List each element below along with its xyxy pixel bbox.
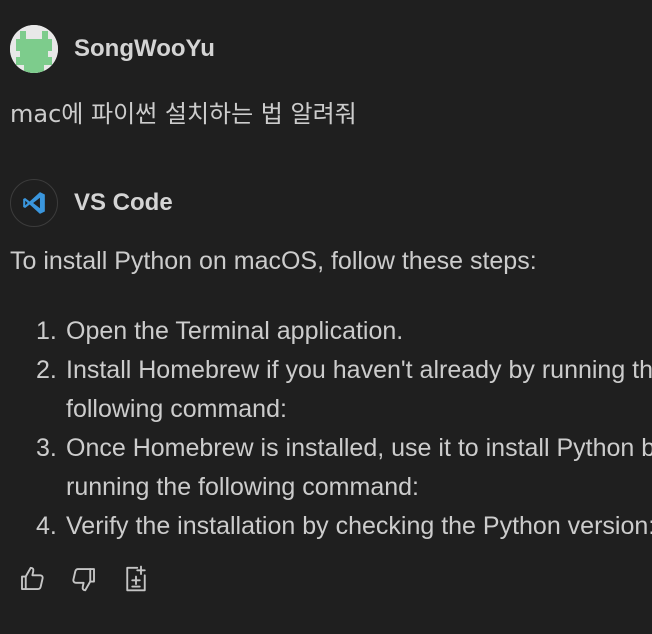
thumbs-down-icon xyxy=(72,568,95,592)
step-number: 1. xyxy=(36,317,57,345)
step-text: Once Homebrew is installed, use it to in… xyxy=(66,434,652,462)
step-text-continued: running the following command: xyxy=(66,473,419,501)
step-number: 2. xyxy=(36,356,57,384)
step-number: 3. xyxy=(36,434,57,462)
bot-author-name: VS Code xyxy=(74,189,173,216)
step-number: 4. xyxy=(36,512,57,540)
thumbs-down-button[interactable] xyxy=(68,562,100,596)
step-text: Open the Terminal application. xyxy=(66,317,404,345)
step-item: 1. Open the Terminal application. xyxy=(0,312,652,351)
user-author-name: SongWooYu xyxy=(74,35,215,62)
vscode-logo-icon xyxy=(23,192,45,214)
step-text: Install Homebrew if you haven't already … xyxy=(66,356,652,384)
thumbs-up-button[interactable] xyxy=(16,562,48,596)
step-item: 4. Verify the installation by checking t… xyxy=(0,507,652,546)
pixel-avatar-icon xyxy=(10,25,58,73)
step-text-continued: following command: xyxy=(66,395,287,423)
bot-avatar xyxy=(10,179,58,227)
step-item: 3. Once Homebrew is installed, use it to… xyxy=(0,429,652,507)
step-item: 2. Install Homebrew if you haven't alrea… xyxy=(0,351,652,429)
user-message-header: SongWooYu xyxy=(10,24,215,74)
bot-message-header: VS Code xyxy=(10,178,173,228)
step-text: Verify the installation by checking the … xyxy=(66,512,652,540)
user-message-text: mac에 파이썬 설치하는 법 알려줘 xyxy=(10,100,357,128)
message-actions xyxy=(16,562,152,596)
insert-into-new-file-icon xyxy=(126,565,146,592)
user-avatar xyxy=(10,25,58,73)
thumbs-up-icon xyxy=(21,566,44,590)
insert-into-new-file-button[interactable] xyxy=(120,562,152,596)
bot-intro-text: To install Python on macOS, follow these… xyxy=(10,247,537,275)
steps-list: 1. Open the Terminal application. 2. Ins… xyxy=(0,312,652,546)
